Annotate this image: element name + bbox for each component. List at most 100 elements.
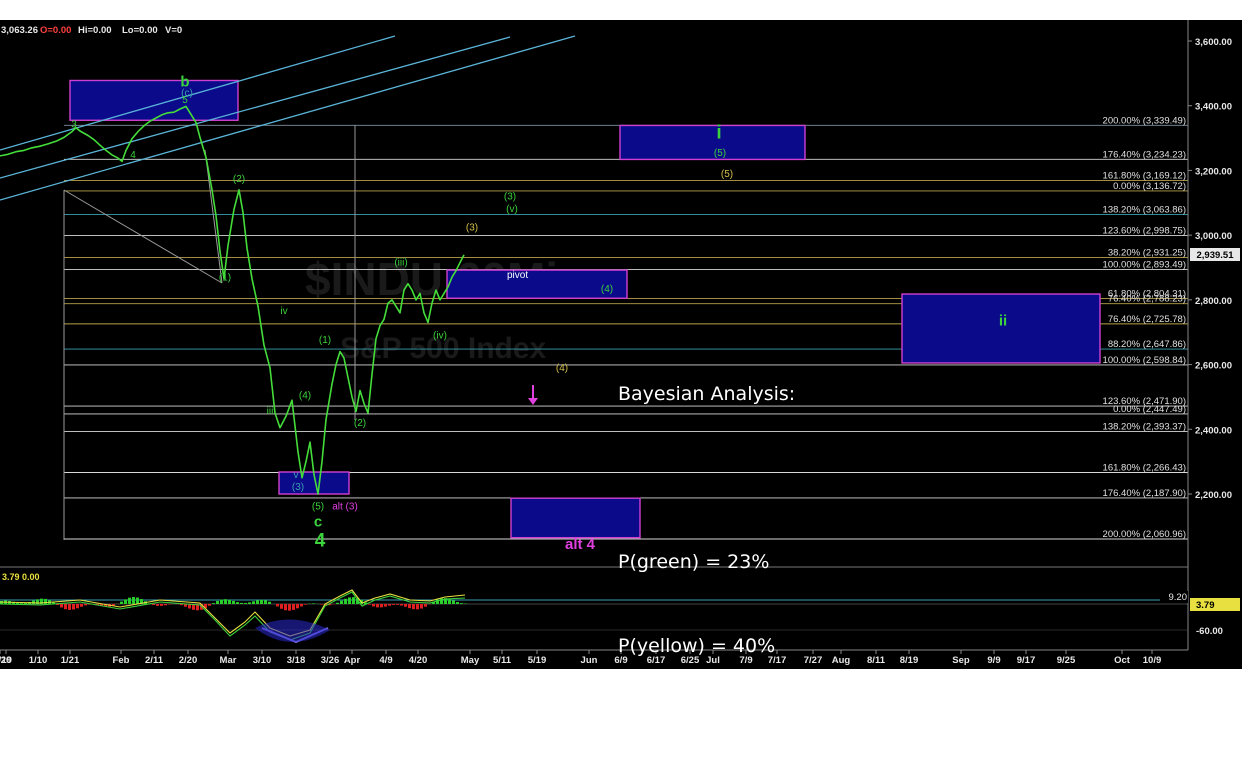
y-tick-label: 2,800.00: [1195, 296, 1232, 307]
histogram-bar: [412, 604, 415, 609]
x-tick-label: 7/27: [804, 655, 823, 666]
indicator-upper-label: 9.20: [1169, 592, 1188, 603]
fib-label: 88.20% (2,647.86): [1108, 339, 1186, 350]
histogram-bar: [60, 604, 63, 607]
x-tick-label: Sep: [952, 655, 970, 666]
x-tick-label: 1/10: [29, 655, 48, 666]
x-tick-label: 10/19: [0, 655, 12, 666]
histogram-bar: [420, 604, 423, 609]
histogram-bar: [136, 598, 139, 604]
histogram-bar: [352, 597, 355, 604]
fib-label: 0.00% (2,447.49): [1113, 404, 1186, 415]
wave-label: (iii): [394, 258, 407, 269]
wave-label: (4): [601, 284, 613, 295]
histogram-bar: [396, 604, 399, 605]
bayes-p-yellow: P(yellow) = 40%: [618, 632, 795, 660]
bayes-title: Bayesian Analysis:: [618, 380, 795, 408]
histogram-bar: [76, 604, 79, 608]
histogram-bar: [348, 597, 351, 604]
histogram-bar: [120, 602, 123, 604]
x-tick-label: 5/19: [528, 655, 547, 666]
histogram-bar: [248, 602, 251, 604]
histogram-bar: [448, 599, 451, 604]
fib-label: 161.80% (2,266.43): [1103, 463, 1186, 474]
histogram-bar: [276, 604, 279, 606]
histogram-bar: [416, 604, 419, 609]
histogram-bar: [160, 604, 163, 606]
x-tick-label: 3/10: [253, 655, 272, 666]
wave-label: iv: [280, 306, 287, 317]
x-tick-label: 10/9: [1143, 655, 1162, 666]
fib-label: 176.40% (2,187.90): [1103, 488, 1186, 499]
indicator-header-left: 3.79: [2, 572, 20, 582]
header-volume: V=0: [165, 25, 182, 36]
x-tick-label: 5/11: [493, 655, 512, 666]
wave-label: 4: [130, 150, 136, 161]
wave-label: (2): [233, 174, 245, 185]
fib-label: 200.00% (2,060.96): [1103, 529, 1186, 540]
histogram-bar: [460, 603, 463, 604]
fib-label: 100.00% (2,893.49): [1103, 260, 1186, 271]
b-box: [70, 80, 238, 120]
fib-label: 161.80% (3,169.12): [1103, 170, 1186, 181]
histogram-bar: [256, 600, 259, 604]
histogram-bar: [164, 604, 167, 605]
histogram-bar: [404, 604, 407, 607]
histogram-bar: [372, 604, 375, 606]
fib-label: 100.00% (2,598.84): [1103, 355, 1186, 366]
y-tick-label: 2,200.00: [1195, 490, 1232, 501]
x-tick-label: Jun: [581, 655, 598, 666]
histogram-bar: [80, 604, 83, 607]
histogram-bar: [152, 604, 155, 605]
wave-label: (5): [312, 502, 324, 513]
indicator-last-label: 3.79: [1196, 600, 1215, 611]
histogram-bar: [208, 604, 211, 606]
histogram-bar: [68, 604, 71, 610]
histogram-bar: [312, 603, 315, 604]
histogram-bar: [408, 604, 411, 608]
x-tick-label: 9/9: [987, 655, 1000, 666]
histogram-bar: [292, 604, 295, 610]
wave-label: 4: [315, 530, 326, 551]
fib-label: 0.00% (3,136.72): [1113, 181, 1186, 192]
wave-label: c: [314, 513, 322, 530]
histogram-bar: [388, 604, 391, 606]
pivot-box-label: pivot: [507, 270, 528, 281]
wave-label: v: [294, 470, 299, 481]
histogram-bar: [128, 598, 131, 604]
histogram-bar: [300, 604, 303, 606]
wave-label: iii: [267, 406, 274, 417]
wave-label: (5): [721, 169, 733, 180]
fib-label: 176.40% (3,234.23): [1103, 149, 1186, 160]
wave-label: (3): [292, 482, 304, 493]
histogram-bar: [392, 604, 395, 605]
histogram-bar: [368, 604, 371, 605]
x-tick-label: 9/25: [1057, 655, 1076, 666]
x-tick-label: 2/20: [179, 655, 198, 666]
y-axis: 3,600.003,400.003,200.003,000.002,800.00…: [1188, 20, 1242, 669]
histogram-bar: [240, 603, 243, 604]
histogram-bar: [224, 599, 227, 604]
bayesian-analysis: Bayesian Analysis: P(green) = 23% P(yell…: [618, 324, 795, 772]
header-low: Lo=0.00: [122, 25, 158, 36]
histogram-bar: [212, 603, 215, 604]
header-open: O=0.00: [40, 25, 71, 36]
histogram-bar: [264, 600, 267, 604]
fib-label: 138.20% (2,393.37): [1103, 421, 1186, 432]
histogram-bar: [452, 601, 455, 604]
x-tick-label: Oct: [1114, 655, 1131, 666]
x-tick-label: May: [461, 655, 480, 666]
histogram-bar: [384, 604, 387, 607]
wave-label: (5): [714, 148, 726, 159]
histogram-bar: [376, 604, 379, 607]
histogram-bar: [124, 599, 127, 604]
y-tick-label: 2,400.00: [1195, 425, 1232, 436]
histogram-bar: [132, 597, 135, 604]
x-tick-label: 2/11: [145, 655, 164, 666]
histogram-bar: [244, 603, 247, 604]
y-tick-label: 2,600.00: [1195, 361, 1232, 372]
x-tick-label: 3/18: [287, 655, 306, 666]
x-tick-label: 4/20: [409, 655, 428, 666]
wave-label: ii: [999, 313, 1007, 330]
fib-label: 38.20% (2,931.25): [1108, 247, 1186, 258]
